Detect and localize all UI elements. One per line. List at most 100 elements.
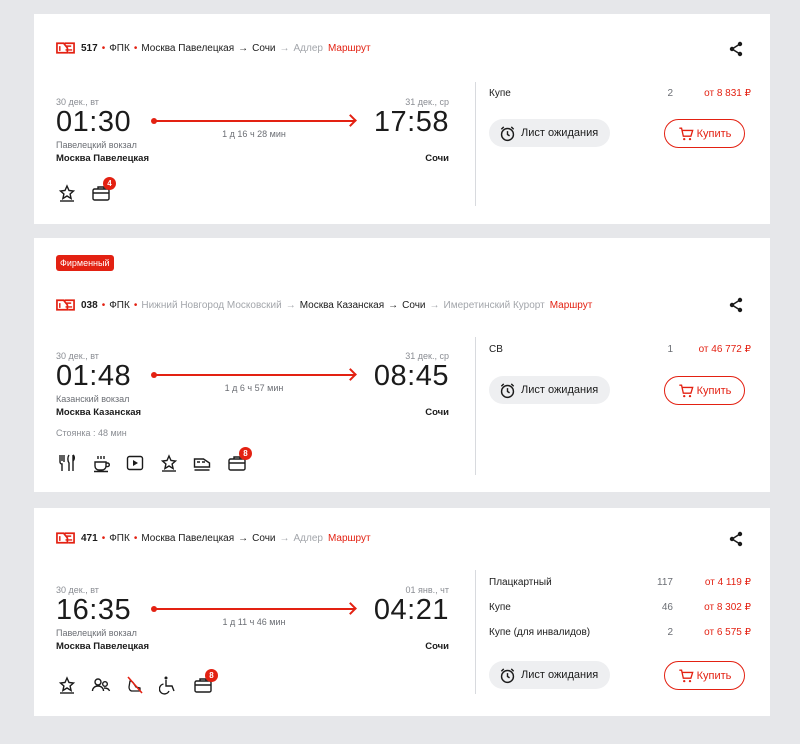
carrier: ФПК [109,532,130,544]
cart-icon [678,127,694,140]
route-link[interactable]: Маршрут [550,300,593,311]
luggage-icon[interactable]: 8 [192,669,218,696]
seat-qty: 2 [667,627,673,638]
alarm-clock-icon [500,382,515,398]
wheelchair-icon[interactable] [158,674,180,696]
media-icon[interactable] [124,452,146,474]
divider [475,570,476,694]
seat-row[interactable]: Купе 46 от 8 302 ₽ [489,602,751,616]
rzd-logo-icon [56,299,75,311]
duration-line [151,606,354,612]
cart-icon [678,384,694,397]
route-to: Сочи [252,42,276,54]
luggage-count-badge: 8 [239,447,252,460]
route-line: 517 • ФПК • Москва Павелецкая → Сочи → А… [56,42,371,54]
seat-row[interactable]: СВ 1 от 46 772 ₽ [489,344,751,358]
seat-row[interactable]: Купе 2 от 8 831 ₽ [489,88,751,102]
seat-row[interactable]: Плацкартный 117 от 4 119 ₽ [489,577,751,591]
route-line: 038 • ФПК • Нижний Новгород Московский →… [56,299,592,311]
separator-dot: • [101,299,106,311]
waitlist-button[interactable]: Лист ожидания [489,661,611,689]
separator-dot: • [133,532,138,544]
star-icon[interactable] [56,674,78,696]
route-start: Нижний Новгород Московский [141,299,282,311]
seat-qty: 1 [667,344,673,355]
arrival-time: 08:45 [373,360,449,392]
seat-class: СВ [489,344,503,355]
share-icon[interactable] [728,297,744,313]
seat-price: от 4 119 ₽ [704,577,751,588]
waitlist-button[interactable]: Лист ожидания [489,376,611,404]
train-card: 471 • ФПК • Москва Павелецкая → Сочи → А… [34,508,770,716]
star-icon[interactable] [56,182,78,204]
arrival-station: Сочи [425,407,449,418]
route-end: Адлер [293,532,323,544]
amenities: 8 [56,669,226,696]
train-number: 471 [81,532,98,544]
alarm-clock-icon [500,125,515,141]
arrow-right-icon: → [238,42,249,54]
arrow-right-icon: → [279,532,290,544]
divider [475,337,476,475]
share-icon[interactable] [728,41,744,57]
luggage-icon[interactable]: 4 [90,177,116,204]
seat-class: Купе [489,602,511,613]
duration: 1 д 6 ч 57 мин [224,383,284,393]
arrow-right-icon: → [429,299,440,311]
buy-button[interactable]: Купить [664,119,745,148]
arrival-time: 17:58 [373,106,449,138]
train-number: 038 [81,299,98,311]
duration-line [151,372,354,378]
separator-dot: • [101,532,106,544]
carrier: ФПК [109,299,130,311]
duration: 1 д 11 ч 46 мин [222,617,286,627]
waitlist-button[interactable]: Лист ожидания [489,119,611,147]
separator-dot: • [133,299,138,311]
luggage-count-badge: 8 [205,669,218,682]
amenities: 8 [56,447,260,474]
route-link[interactable]: Маршрут [328,533,371,544]
restaurant-icon[interactable] [56,452,78,474]
seat-class: Плацкартный [489,577,552,588]
arrow-right-icon: → [279,42,290,54]
seat-price: от 8 302 ₽ [704,602,751,613]
star-icon[interactable] [158,452,180,474]
rzd-logo-icon [56,532,75,544]
route-from: Москва Павелецкая [141,42,235,54]
seat-row[interactable]: Купе (для инвалидов) 2 от 6 575 ₽ [489,627,751,641]
seat-qty: 117 [657,577,673,588]
buy-button[interactable]: Купить [664,661,745,690]
rzd-logo-icon [56,42,75,54]
duration-line [151,118,354,124]
seat-price: от 8 831 ₽ [704,88,751,99]
alarm-clock-icon [500,667,515,683]
no-pets-icon[interactable] [124,674,146,696]
seat-price: от 6 575 ₽ [704,627,751,638]
train-number: 517 [81,42,98,54]
passengers-icon[interactable] [90,674,112,696]
divider [475,82,476,206]
arrow-right-icon: → [285,299,296,311]
luggage-icon[interactable]: 8 [226,447,252,474]
arrival-station: Сочи [425,641,449,652]
departure-station: Москва Казанская [56,407,142,418]
route-end: Имеретинский Курорт [443,299,545,311]
buy-button[interactable]: Купить [664,376,745,405]
arrow-right-icon: → [238,532,249,544]
seat-qty: 46 [661,602,673,613]
route-link[interactable]: Маршрут [328,43,371,54]
departure-time: 01:30 [56,106,132,138]
coffee-icon[interactable] [90,452,112,474]
route-end: Адлер [293,42,323,54]
buy-label: Купить [696,127,732,140]
stop-duration: Стоянка : 48 мин [56,428,127,438]
duration: 1 д 16 ч 28 мин [222,129,286,139]
departure-station: Москва Павелецкая [56,153,149,164]
departure-time: 01:48 [56,360,132,392]
departure-time: 16:35 [56,594,132,626]
route-to: Сочи [252,532,276,544]
train-icon[interactable] [192,452,214,474]
branded-badge: Фирменный [56,255,114,271]
seat-price: от 46 772 ₽ [698,344,751,355]
share-icon[interactable] [728,531,744,547]
